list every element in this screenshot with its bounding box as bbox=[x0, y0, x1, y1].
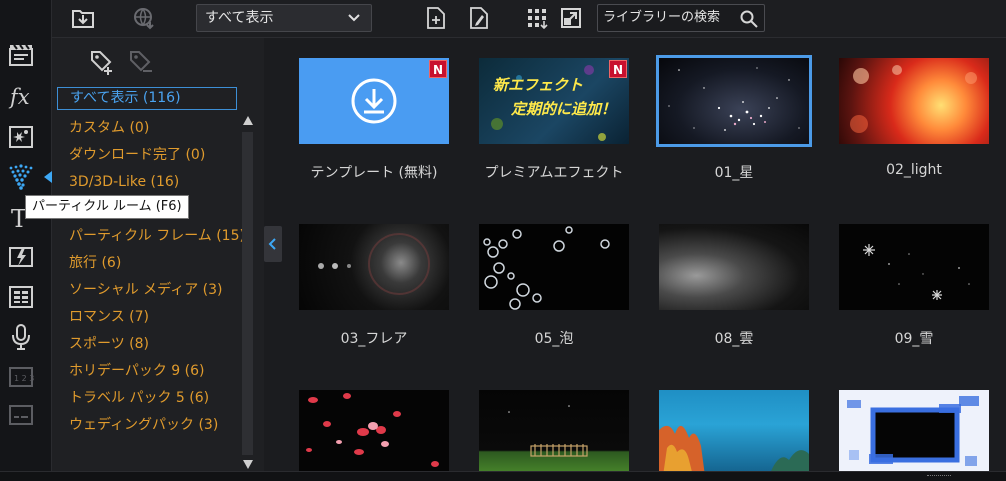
thumbnail[interactable] bbox=[659, 224, 809, 310]
new-particle-icon[interactable] bbox=[422, 4, 450, 32]
category-item-holiday-pack[interactable]: ホリデーパック 9 (6) bbox=[57, 360, 205, 383]
collapse-panel-button[interactable] bbox=[264, 226, 282, 262]
chevron-left-icon bbox=[268, 238, 276, 250]
item-label: 08_雲 bbox=[714, 331, 754, 347]
thumbnail[interactable] bbox=[839, 58, 989, 144]
status-bar bbox=[0, 471, 1006, 481]
remove-tag-icon[interactable] bbox=[127, 48, 155, 80]
download-web-icon[interactable] bbox=[130, 4, 158, 32]
item-label: 02_light bbox=[886, 162, 942, 178]
category-item-particle-frame[interactable]: パーティクル フレーム (15) bbox=[57, 225, 245, 248]
thumbnail[interactable] bbox=[659, 390, 809, 471]
chapter-icon[interactable]: 1 2 3 bbox=[6, 362, 36, 392]
import-media-icon[interactable] bbox=[69, 4, 97, 32]
toolbar: すべて表示 ライブラリーの検索 bbox=[52, 0, 1006, 38]
pip-icon[interactable] bbox=[6, 122, 36, 152]
category-item-travel-pack[interactable]: トラベル パック 5 (6) bbox=[57, 387, 209, 410]
new-badge: N bbox=[429, 60, 447, 78]
particle-item[interactable]: 08_雲 bbox=[659, 224, 809, 347]
grid-view-icon[interactable] bbox=[523, 4, 551, 32]
transition-icon[interactable] bbox=[6, 242, 36, 272]
scroll-up-arrow-icon[interactable] bbox=[243, 116, 253, 125]
thumbnail[interactable] bbox=[656, 55, 812, 147]
new-badge: N bbox=[609, 60, 627, 78]
thumbnail[interactable] bbox=[839, 224, 989, 310]
item-label: 03_フレア bbox=[340, 331, 408, 347]
scroll-thumb[interactable] bbox=[242, 132, 253, 455]
filter-value: すべて表示 bbox=[205, 10, 274, 26]
category-panel: すべて表示 (116) カスタム (0) ダウンロード完了 (0) 3D/3D-… bbox=[52, 38, 264, 471]
category-item-social-media[interactable]: ソーシャル メディア (3) bbox=[57, 279, 222, 302]
category-item-3d[interactable]: 3D/3D-Like (16) bbox=[57, 171, 179, 194]
subtitle-icon[interactable] bbox=[6, 400, 36, 430]
chevron-down-icon bbox=[348, 14, 360, 22]
thumbnail[interactable] bbox=[479, 390, 629, 471]
library-search-input[interactable]: ライブラリーの検索 bbox=[597, 4, 765, 32]
snow-art bbox=[863, 244, 970, 300]
thumbnail[interactable] bbox=[839, 390, 989, 471]
petals-art bbox=[306, 393, 439, 467]
particle-item[interactable] bbox=[659, 390, 809, 471]
thumbnail[interactable] bbox=[299, 390, 449, 471]
media-room-icon[interactable] bbox=[6, 40, 36, 70]
coral-art bbox=[659, 425, 809, 471]
category-item-travel[interactable]: 旅行 (6) bbox=[57, 252, 121, 275]
svg-text:fx: fx bbox=[8, 85, 30, 109]
category-item-downloaded[interactable]: ダウンロード完了 (0) bbox=[57, 144, 205, 167]
particle-item[interactable]: 09_雪 bbox=[839, 224, 989, 347]
scroll-down-arrow-icon[interactable] bbox=[243, 460, 253, 469]
room-rail: fx T 1 2 3 bbox=[0, 0, 52, 481]
particle-item[interactable]: 02_light bbox=[839, 58, 989, 178]
resize-grip-icon[interactable] bbox=[927, 475, 951, 478]
thumbnail[interactable]: 新エフェクト 定期的に追加！ N bbox=[479, 58, 629, 144]
premium-text-line2: 定期的に追加！ bbox=[511, 100, 617, 118]
edit-particle-icon[interactable] bbox=[465, 4, 493, 32]
category-item-custom[interactable]: カスタム (0) bbox=[57, 117, 149, 140]
particle-item[interactable] bbox=[299, 390, 449, 471]
particle-room-icon[interactable] bbox=[6, 162, 36, 192]
download-icon bbox=[351, 78, 397, 124]
category-item-all[interactable]: すべて表示 (116) bbox=[57, 87, 237, 110]
bubbles-art bbox=[483, 226, 610, 310]
category-scrollbar[interactable] bbox=[242, 116, 254, 472]
thumbnail[interactable]: N bbox=[299, 58, 449, 144]
particle-grid: N テンプレート (無料) 新エフェクト 定期的に追加！ N プレミアムエフェク… bbox=[282, 38, 1006, 471]
active-room-indicator bbox=[44, 171, 52, 183]
particle-item[interactable]: 新エフェクト 定期的に追加！ N プレミアムエフェクト bbox=[479, 58, 629, 181]
item-label: 05_泡 bbox=[534, 331, 574, 347]
category-item-sports[interactable]: スポーツ (8) bbox=[57, 333, 149, 356]
search-icon[interactable] bbox=[740, 10, 758, 28]
light-art bbox=[850, 65, 977, 133]
stars-art bbox=[668, 67, 800, 131]
filter-dropdown[interactable]: すべて表示 bbox=[196, 4, 372, 32]
add-tag-icon[interactable] bbox=[88, 48, 116, 80]
item-label: プレミアムエフェクト bbox=[484, 165, 624, 181]
particle-item[interactable]: 01_星 bbox=[656, 55, 812, 181]
particle-room-window: fx T 1 2 3 すべて表示 ライブラリーの検索 すべて表示 (116) カ… bbox=[0, 0, 1006, 481]
item-label: テンプレート (無料) bbox=[310, 165, 438, 181]
particle-item[interactable]: 05_泡 bbox=[479, 224, 629, 347]
flare-art bbox=[318, 233, 430, 295]
expand-icon[interactable] bbox=[557, 4, 585, 32]
tooltip: パーティクル ルーム (F6) bbox=[25, 195, 189, 219]
thumbnail[interactable] bbox=[479, 224, 629, 310]
search-placeholder: ライブラリーの検索 bbox=[603, 10, 721, 25]
particle-item[interactable] bbox=[479, 390, 629, 471]
audio-mix-icon[interactable] bbox=[6, 282, 36, 312]
voiceover-icon[interactable] bbox=[6, 322, 36, 352]
category-item-wedding-pack[interactable]: ウェディングパック (3) bbox=[57, 414, 218, 437]
particle-item[interactable]: N テンプレート (無料) bbox=[299, 58, 449, 181]
thumbnail[interactable] bbox=[299, 224, 449, 310]
frame-art bbox=[847, 396, 979, 466]
category-item-romance[interactable]: ロマンス (7) bbox=[57, 306, 149, 329]
particle-item[interactable] bbox=[839, 390, 989, 471]
item-label: 01_星 bbox=[714, 165, 754, 181]
fence-art bbox=[508, 405, 588, 457]
svg-text:1 2 3: 1 2 3 bbox=[14, 374, 34, 383]
item-label: 09_雪 bbox=[894, 331, 934, 347]
fx-icon[interactable]: fx bbox=[6, 82, 36, 112]
premium-text-line1: 新エフェクト bbox=[493, 76, 584, 94]
particle-item[interactable]: 03_フレア bbox=[299, 224, 449, 347]
